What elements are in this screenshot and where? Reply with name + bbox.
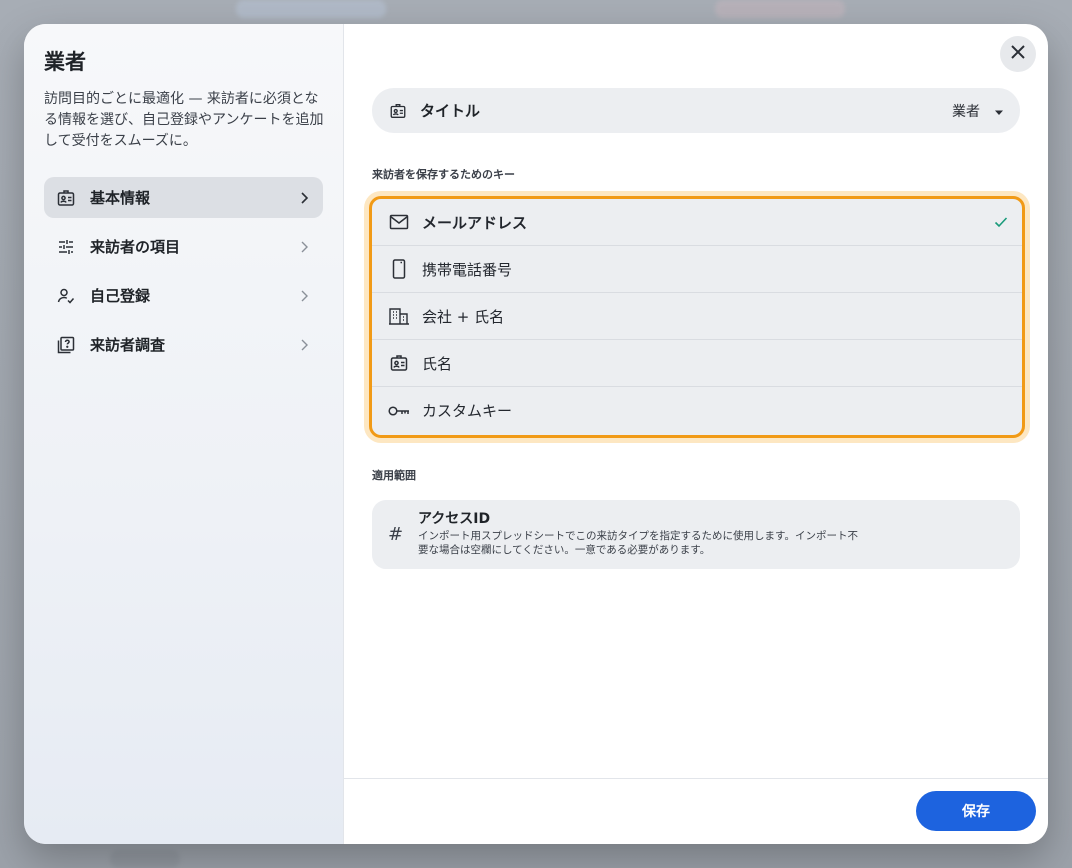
scope-section-label: 適用範囲 (372, 469, 416, 482)
id-card-icon (388, 101, 408, 121)
id-card-icon (388, 353, 410, 373)
sidebar-item-label: 自己登録 (90, 287, 151, 305)
close-button[interactable] (1000, 36, 1036, 72)
key-option-label: メールアドレス (422, 213, 528, 232)
background-chip (236, 0, 386, 18)
key-option-label: カスタムキー (422, 402, 513, 420)
save-button[interactable]: 保存 (916, 791, 1036, 831)
title-value: 業者 (952, 103, 980, 120)
sidebar-item-label: 来訪者の項目 (90, 238, 181, 256)
key-option-email[interactable]: メールアドレス (372, 199, 1022, 246)
sidebar-item-visitor-survey[interactable]: 来訪者調査 (44, 324, 323, 365)
user-check-icon (56, 286, 76, 306)
chevron-right-icon (297, 338, 311, 352)
title-select[interactable]: タイトル 業者 (372, 88, 1020, 133)
sidebar-item-basic-info[interactable]: 基本情報 (44, 177, 323, 218)
keys-section-label: 来訪者を保存するためのキー (372, 168, 515, 181)
hash-icon: # (388, 524, 404, 545)
chevron-right-icon (297, 289, 311, 303)
key-option-mobile[interactable]: 携帯電話番号 (372, 246, 1022, 293)
check-icon (994, 213, 1008, 232)
survey-icon (56, 335, 76, 355)
sidebar-nav: 基本情報 来訪者の項目 自己登録 来訪者調査 (44, 177, 323, 365)
key-option-label: 携帯電話番号 (422, 260, 513, 279)
sidebar-item-label: 来訪者調査 (90, 336, 166, 354)
sidebar-item-self-registration[interactable]: 自己登録 (44, 275, 323, 316)
phone-icon (388, 259, 410, 279)
modal-footer: 保存 (344, 778, 1048, 844)
main-panel: タイトル 業者 来訪者を保存するためのキー メールアドレス 携帯電話番号 会社 … (344, 24, 1048, 844)
sidebar-item-label: 基本情報 (90, 189, 151, 207)
caret-down-icon (994, 101, 1004, 120)
access-id-description: インポート用スプレッドシートでこの来訪タイプを指定するために使用します。インポー… (418, 530, 858, 556)
key-option-label: 会社 + 氏名 (422, 307, 505, 326)
background-chip (110, 850, 180, 868)
key-option-custom[interactable]: カスタムキー (372, 387, 1022, 434)
key-options-list: メールアドレス 携帯電話番号 会社 + 氏名 氏名 カスタムキー (369, 196, 1025, 438)
key-option-name[interactable]: 氏名 (372, 340, 1022, 387)
visit-type-modal: 業者 訪問目的ごとに最適化 — 来訪者に必須となる情報を選び、自己登録やアンケー… (24, 24, 1048, 844)
chevron-right-icon (297, 240, 311, 254)
key-option-company-name[interactable]: 会社 + 氏名 (372, 293, 1022, 340)
access-id-field[interactable]: # アクセスID インポート用スプレッドシートでこの来訪タイプを指定するために使… (372, 500, 1020, 569)
sidebar-description: 訪問目的ごとに最適化 — 来訪者に必須となる情報を選び、自己登録やアンケートを追… (44, 91, 324, 149)
sidebar-title: 業者 (44, 50, 86, 74)
sidebar-item-visitor-fields[interactable]: 来訪者の項目 (44, 226, 323, 267)
sliders-icon (56, 237, 76, 257)
access-id-title: アクセスID (418, 511, 491, 527)
access-id-text: アクセスID インポート用スプレッドシートでこの来訪タイプを指定するために使用し… (418, 510, 858, 559)
id-card-icon (56, 188, 76, 208)
background-chip (715, 0, 845, 18)
key-icon (388, 401, 410, 421)
title-label: タイトル (420, 102, 481, 120)
mail-icon (388, 212, 410, 232)
close-icon (1010, 44, 1026, 64)
chevron-right-icon (297, 191, 311, 205)
sidebar: 業者 訪問目的ごとに最適化 — 来訪者に必須となる情報を選び、自己登録やアンケー… (24, 24, 344, 844)
key-option-label: 氏名 (422, 354, 453, 373)
building-icon (388, 306, 410, 326)
